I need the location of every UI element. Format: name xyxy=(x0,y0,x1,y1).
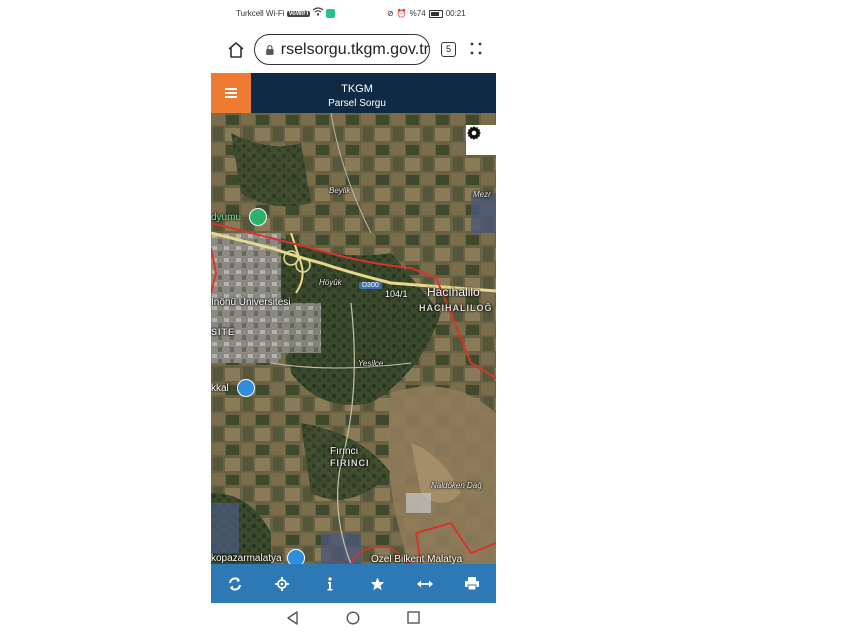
map-label-oyumu: dyumu xyxy=(211,212,242,223)
app-subtitle: Parsel Sorgu xyxy=(328,98,386,109)
park-poi-icon[interactable] xyxy=(249,208,267,226)
carrier-name: Turkcell Wi-Fi xyxy=(236,9,285,18)
app-title: TKGM xyxy=(341,83,373,95)
vowifi-badge: VoWiFi xyxy=(286,10,311,17)
shop-poi-icon[interactable] xyxy=(237,379,255,397)
battery-icon xyxy=(428,9,443,18)
status-right: ⊘ ⏰ %74 00:21 xyxy=(387,9,466,18)
browser-toolbar: rselsorgu.tkgm.gov.tr 5 xyxy=(211,30,496,72)
favorite-button[interactable] xyxy=(365,572,389,596)
home-icon[interactable] xyxy=(226,40,246,60)
wifi-icon xyxy=(312,7,324,16)
do-not-disturb-icon: ⊘ xyxy=(387,9,394,18)
map-label-kopazar: kopazarmalatya xyxy=(211,553,282,564)
map-label-bilkent: Özel Bilkent Malatya xyxy=(371,554,463,564)
map-label-104: 104/1 xyxy=(385,289,408,299)
url-text: rselsorgu.tkgm.gov.tr xyxy=(280,40,429,58)
measure-arrows-icon xyxy=(416,580,433,587)
phone-screen: Turkcell Wi-Fi VoWiFi .ıl ⊘ ⏰ %74 00:21 xyxy=(211,0,496,634)
clock: 00:21 xyxy=(445,9,466,18)
map-label-bakkal: kkal xyxy=(211,383,229,394)
battery-percent: %74 xyxy=(409,9,426,18)
info-icon xyxy=(327,576,333,590)
star-icon xyxy=(370,577,385,590)
recents-square-icon[interactable] xyxy=(407,611,420,624)
app-notification-icon xyxy=(326,9,335,18)
back-icon[interactable] xyxy=(286,611,300,625)
store-poi-icon[interactable] xyxy=(287,549,305,564)
refresh-icon xyxy=(228,576,241,591)
map-label-site: SITE xyxy=(211,327,236,337)
map-label-hacihalil: Hacıhalilo xyxy=(427,285,480,299)
map-label-hacihalil-caps: HACIHALILOĞ xyxy=(419,303,493,313)
hamburger-menu-button[interactable] xyxy=(211,73,251,113)
map-label-mezr: Mezr xyxy=(473,190,491,199)
printer-icon xyxy=(465,577,480,590)
lock-icon xyxy=(266,44,274,55)
map-label-inonu: İnönü Üniversitesi xyxy=(211,297,291,308)
map-toolbar xyxy=(211,564,496,603)
refresh-button[interactable] xyxy=(223,572,247,596)
satellite-map[interactable]: Beylik Mezr dyumu İnönü Üniversitesi SIT… xyxy=(211,113,496,564)
status-bar: Turkcell Wi-Fi VoWiFi .ıl ⊘ ⏰ %74 00:21 xyxy=(211,0,496,28)
app-header: TKGM Parsel Sorgu xyxy=(211,73,496,113)
map-imagery xyxy=(211,113,496,564)
address-bar[interactable]: rselsorgu.tkgm.gov.tr xyxy=(254,34,430,65)
info-button[interactable] xyxy=(318,572,342,596)
road-shield-d300: D300 xyxy=(359,282,382,289)
alarm-icon: ⏰ xyxy=(396,9,407,18)
print-button[interactable] xyxy=(460,572,484,596)
map-label-naldoken: Naldöken Dağ xyxy=(431,481,482,490)
android-navigation-bar xyxy=(211,603,496,634)
home-circle-icon[interactable] xyxy=(346,611,360,625)
crosshair-icon xyxy=(275,576,290,591)
gear-icon xyxy=(467,126,481,140)
map-label-beylik: Beylik xyxy=(329,186,351,195)
map-label-firinci-caps: FIRINCI xyxy=(330,458,370,468)
measure-button[interactable] xyxy=(413,572,437,596)
map-label-firinci: Fırıncı xyxy=(330,446,359,457)
hamburger-icon xyxy=(225,88,237,98)
browser-menu-icon[interactable] xyxy=(469,41,483,57)
map-label-hoyuk: Höyük xyxy=(319,278,342,287)
signal-icon: .ıl xyxy=(300,9,307,18)
tab-switcher-button[interactable]: 5 xyxy=(441,42,456,57)
locate-button[interactable] xyxy=(270,572,294,596)
map-settings-button[interactable] xyxy=(466,125,496,155)
map-label-yesilce: Yeşilce xyxy=(358,359,384,368)
